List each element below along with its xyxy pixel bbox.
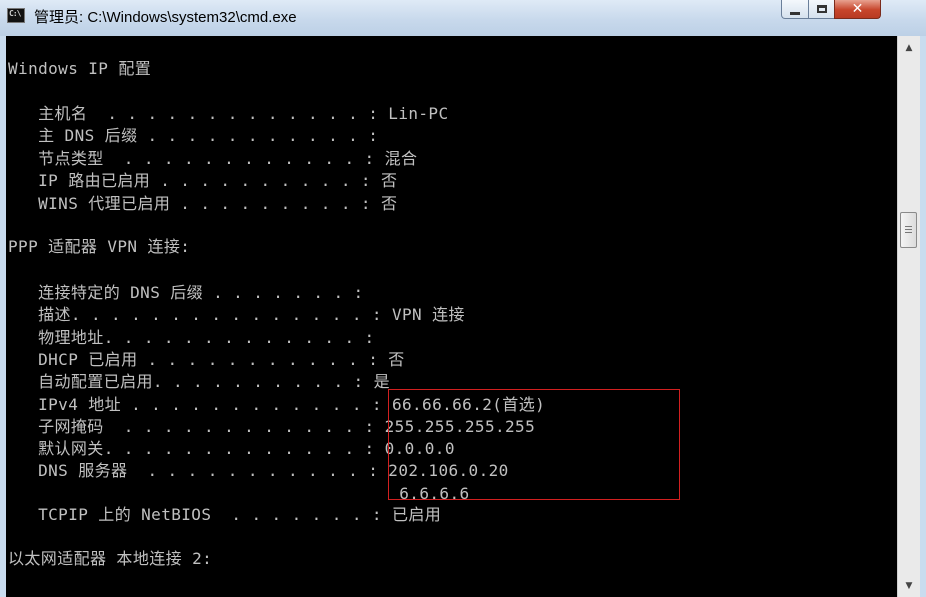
console-line: DHCP 已启用 . . . . . . . . . . . : 否 (8, 350, 405, 369)
console-line: 物理地址. . . . . . . . . . . . . : (8, 328, 375, 347)
cmd-icon[interactable]: C:\ (7, 8, 25, 23)
scrollbar-thumb[interactable] (900, 212, 917, 248)
console-line: 连接特定的 DNS 后缀 . . . . . . . : (8, 283, 364, 302)
console-line: 自动配置已启用. . . . . . . . . . : 是 (8, 372, 391, 391)
highlight-box (388, 389, 680, 500)
console-line: 描述. . . . . . . . . . . . . . . : VPN 连接 (8, 305, 465, 324)
window-border (920, 36, 926, 597)
grip-line (905, 226, 912, 227)
console-line: IP 路由已启用 . . . . . . . . . . : 否 (8, 171, 398, 190)
grip-line (905, 232, 912, 233)
arrow-down-icon[interactable]: ▼ (898, 577, 920, 594)
console-line: Windows IP 配置 (8, 59, 152, 78)
window-title: 管理员: C:\Windows\system32\cmd.exe (34, 9, 297, 26)
console-line: 节点类型 . . . . . . . . . . . . : 混合 (8, 149, 418, 168)
console-line: 主 DNS 后缀 . . . . . . . . . . . : (8, 126, 379, 145)
console-line: PPP 适配器 VPN 连接: (8, 237, 191, 256)
console-line: 主机名 . . . . . . . . . . . . . : Lin-PC (8, 104, 449, 123)
cmd-icon-label: C:\ (9, 9, 21, 18)
close-button[interactable]: ✕ (834, 0, 881, 19)
title-bar[interactable]: C:\ 管理员: C:\Windows\system32\cmd.exe ✕ (0, 0, 926, 36)
minimize-icon (790, 11, 800, 15)
arrow-up-icon[interactable]: ▲ (898, 39, 920, 56)
console-line: WINS 代理已启用 . . . . . . . . . : 否 (8, 194, 398, 213)
vertical-scrollbar[interactable]: ▲ ▼ (897, 36, 920, 597)
console-line: 以太网适配器 本地连接 2: (8, 549, 213, 568)
maximize-icon (816, 5, 827, 13)
console-output[interactable]: Windows IP 配置 主机名 . . . . . . . . . . . … (6, 36, 897, 597)
maximize-button[interactable] (808, 0, 835, 19)
close-icon: ✕ (851, 1, 864, 17)
minimize-button[interactable] (781, 0, 809, 19)
grip-line (905, 229, 912, 230)
cmd-window: C:\ 管理员: C:\Windows\system32\cmd.exe ✕ W… (0, 0, 926, 597)
console-line: TCPIP 上的 NetBIOS . . . . . . . : 已启用 (8, 505, 442, 524)
